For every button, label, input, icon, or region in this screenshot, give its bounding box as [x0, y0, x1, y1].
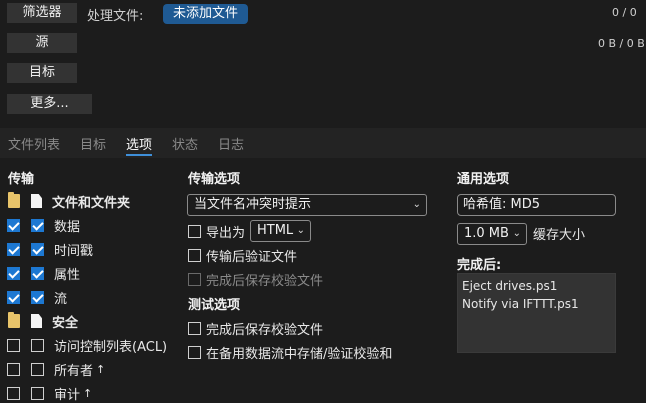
streams-label: 流 — [54, 291, 68, 307]
alt-stream-label: 在备用数据流中存储/验证校验和 — [206, 346, 393, 362]
folder-icon — [8, 192, 20, 208]
hash-field[interactable]: 哈希值: MD5 — [457, 194, 616, 216]
data-checkbox-a[interactable] — [7, 218, 20, 232]
save-checksum-label: 完成后保存校验文件 — [206, 273, 324, 289]
save-checksum-row: 完成后保存校验文件 — [188, 270, 324, 289]
cache-size-label: 缓存大小 — [533, 228, 586, 243]
general-options-title: 通用选项 — [457, 172, 510, 187]
export-format-select[interactable]: HTML ⌄ — [250, 220, 311, 242]
active-tab-indicator — [126, 154, 152, 156]
attributes-row[interactable]: 属性 — [7, 264, 81, 283]
owner-checkbox-a[interactable] — [7, 362, 20, 376]
owner-checkbox-b[interactable] — [31, 362, 44, 376]
list-item[interactable]: Eject drives.ps1 — [462, 277, 611, 295]
test-save-checksum-checkbox[interactable] — [188, 321, 201, 335]
test-save-checksum-row[interactable]: 完成后保存校验文件 — [188, 319, 324, 338]
export-checkbox[interactable] — [188, 224, 201, 238]
timestamp-checkbox-b[interactable] — [31, 242, 44, 256]
tab-options[interactable]: 选项 — [126, 134, 152, 153]
data-row[interactable]: 数据 — [7, 216, 81, 235]
transfer-options-title: 传输选项 — [188, 172, 241, 187]
export-format-value: HTML — [257, 223, 294, 238]
conflict-select-value: 当文件名冲突时提示 — [194, 197, 312, 212]
timestamp-checkbox-a[interactable] — [7, 242, 20, 256]
timestamp-label: 时间戳 — [54, 243, 94, 259]
verify-row[interactable]: 传输后验证文件 — [188, 246, 298, 265]
attributes-checkbox-b[interactable] — [31, 266, 44, 280]
audit-checkbox-a[interactable] — [7, 386, 20, 400]
acl-label: 访问控制列表(ACL) — [54, 339, 168, 355]
streams-checkbox-a[interactable] — [7, 290, 20, 304]
audit-row[interactable]: 审计 ↑ — [7, 384, 93, 403]
acl-checkbox-b[interactable] — [31, 338, 44, 352]
filter-button[interactable]: 筛选器 — [7, 3, 77, 23]
timestamp-row[interactable]: 时间戳 — [7, 240, 94, 259]
tab-file-list[interactable]: 文件列表 — [8, 134, 60, 153]
status-pill: 未添加文件 — [163, 4, 249, 24]
conflict-select[interactable]: 当文件名冲突时提示 ⌄ — [187, 194, 427, 216]
alt-stream-checkbox[interactable] — [188, 345, 201, 359]
list-item[interactable]: Notify via IFTTT.ps1 — [462, 295, 611, 313]
owner-row[interactable]: 所有者 ↑ — [7, 360, 106, 379]
arrow-up-icon: ↑ — [83, 386, 93, 400]
security-label: 安全 — [52, 315, 79, 331]
after-completion-list[interactable]: Eject drives.ps1 Notify via IFTTT.ps1 — [457, 273, 616, 353]
export-row[interactable]: 导出为 — [188, 222, 246, 241]
arrow-up-icon: ↑ — [96, 362, 106, 376]
chevron-down-icon: ⌄ — [512, 228, 521, 239]
more-button[interactable]: 更多... — [7, 94, 92, 114]
tab-log[interactable]: 日志 — [218, 134, 244, 153]
save-checksum-checkbox — [188, 272, 201, 286]
tab-status[interactable]: 状态 — [172, 134, 198, 153]
streams-row[interactable]: 流 — [7, 288, 68, 307]
acl-row[interactable]: 访问控制列表(ACL) — [7, 336, 168, 355]
file-icon — [31, 194, 42, 208]
after-completion-title: 完成后: — [457, 258, 502, 273]
transfer-title: 传输 — [8, 172, 35, 187]
data-label: 数据 — [54, 219, 81, 235]
export-label: 导出为 — [206, 225, 246, 241]
streams-checkbox-b[interactable] — [31, 290, 44, 304]
test-options-title: 测试选项 — [188, 298, 241, 313]
security-row: 安全 — [8, 312, 79, 331]
cache-size-select[interactable]: 1.0 MB ⌄ — [457, 223, 527, 245]
attributes-checkbox-a[interactable] — [7, 266, 20, 280]
cache-size-value: 1.0 MB — [464, 226, 509, 241]
files-folders-label: 文件和文件夹 — [52, 195, 131, 211]
files-folders-row: 文件和文件夹 — [8, 192, 131, 211]
audit-label: 审计 — [54, 387, 81, 403]
folder-icon — [8, 312, 20, 328]
target-button[interactable]: 目标 — [7, 63, 77, 83]
file-icon — [31, 314, 42, 328]
byte-count: 0 B / 0 B — [598, 37, 645, 50]
test-save-checksum-label: 完成后保存校验文件 — [206, 322, 324, 338]
data-checkbox-b[interactable] — [31, 218, 44, 232]
file-count: 0 / 0 — [612, 6, 637, 19]
verify-checkbox[interactable] — [188, 248, 201, 262]
source-button[interactable]: 源 — [7, 33, 77, 53]
chevron-down-icon: ⌄ — [296, 225, 305, 236]
verify-label: 传输后验证文件 — [206, 249, 298, 265]
chevron-down-icon: ⌄ — [412, 199, 421, 210]
hash-value: 哈希值: MD5 — [463, 197, 541, 212]
owner-label: 所有者 — [54, 363, 94, 379]
alt-stream-row[interactable]: 在备用数据流中存储/验证校验和 — [188, 343, 393, 362]
acl-checkbox-a[interactable] — [7, 338, 20, 352]
processing-label: 处理文件: — [87, 9, 144, 24]
attributes-label: 属性 — [54, 267, 81, 283]
tab-target[interactable]: 目标 — [80, 134, 106, 153]
audit-checkbox-b[interactable] — [31, 386, 44, 400]
